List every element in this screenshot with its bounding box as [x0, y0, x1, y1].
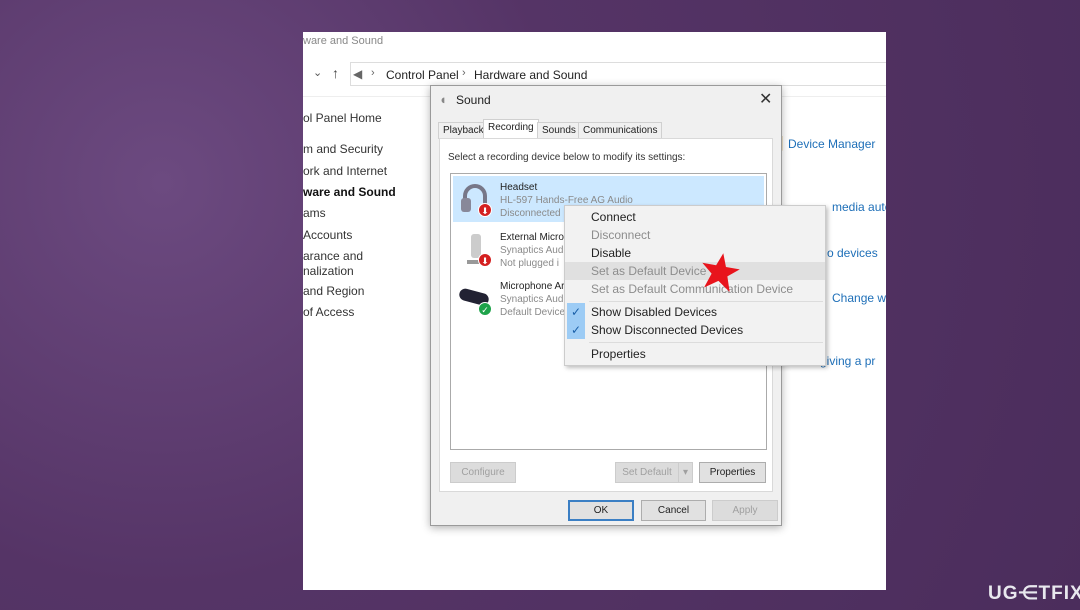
control-panel-icon: ◀	[353, 67, 363, 81]
set-default-dropdown-chevron-icon[interactable]: ▾	[678, 462, 693, 483]
device-status: Disconnected	[500, 208, 561, 219]
breadcrumb-hardware-and-sound[interactable]: Hardware and Sound	[474, 68, 587, 82]
breadcrumb-separator-icon: ›	[462, 67, 466, 79]
nav-appearance[interactable]: arance and	[303, 249, 363, 263]
dialog-title: Sound	[456, 93, 491, 107]
menu-properties[interactable]: Properties	[565, 345, 825, 363]
nav-clock-and-region[interactable]: and Region	[303, 284, 364, 298]
menu-set-default-communication-device[interactable]: Set as Default Communication Device	[565, 280, 825, 298]
nav-programs[interactable]: ams	[303, 206, 326, 220]
tab-sounds[interactable]: Sounds	[537, 122, 581, 139]
menu-disable[interactable]: Disable	[565, 244, 825, 262]
nav-system-and-security[interactable]: m and Security	[303, 142, 383, 156]
window-title: ware and Sound	[303, 35, 384, 47]
nav-personalization[interactable]: nalization	[303, 264, 354, 278]
properties-button[interactable]: Properties	[699, 462, 766, 483]
configure-button[interactable]: Configure	[450, 462, 516, 483]
red-star-annotation-icon	[702, 253, 740, 292]
apply-button[interactable]: Apply	[712, 500, 778, 521]
menu-show-disabled-devices[interactable]: Show Disabled Devices	[565, 303, 825, 321]
check-badge-icon: ✓	[478, 302, 492, 316]
device-name: Headset	[500, 182, 538, 193]
down-arrow-badge-icon: ⬇	[478, 203, 492, 217]
address-bar[interactable]: ◀ › Control Panel › Hardware and Sound	[350, 62, 886, 86]
nav-hardware-and-sound[interactable]: ware and Sound	[303, 185, 396, 199]
menu-set-default-device[interactable]: Set as Default Device	[565, 262, 825, 280]
devices-link[interactable]: o devices	[827, 246, 878, 260]
giving-link[interactable]: giving a pr	[820, 354, 875, 368]
menu-show-disconnected-devices[interactable]: Show Disconnected Devices	[565, 321, 825, 339]
ugetfix-watermark-logo: UG⋲TFIX	[988, 583, 1080, 604]
menu-connect[interactable]: Connect	[565, 208, 825, 226]
breadcrumb-separator-icon: ›	[371, 67, 375, 79]
instruction-text: Select a recording device below to modif…	[448, 152, 686, 163]
nav-user-accounts[interactable]: Accounts	[303, 228, 352, 242]
device-status: Not plugged i	[500, 258, 559, 269]
close-icon[interactable]: ✕	[759, 89, 772, 109]
nav-ease-of-access[interactable]: of Access	[303, 305, 354, 319]
ok-button[interactable]: OK	[568, 500, 634, 521]
device-name: Microphone Ar	[500, 281, 565, 292]
nav-network-and-internet[interactable]: ork and Internet	[303, 164, 387, 178]
menu-separator	[589, 342, 823, 343]
device-manager-link[interactable]: Device Manager	[788, 137, 875, 151]
cancel-button[interactable]: Cancel	[641, 500, 706, 521]
device-desc: Synaptics Audi	[500, 245, 566, 256]
nav-control-panel-home[interactable]: ol Panel Home	[303, 111, 382, 125]
breadcrumb-control-panel[interactable]: Control Panel	[386, 68, 459, 82]
recent-locations-chevron-icon[interactable]: ⌄	[313, 66, 322, 79]
tab-recording[interactable]: Recording	[483, 119, 539, 139]
menu-disconnect[interactable]: Disconnect	[565, 226, 825, 244]
up-arrow-icon[interactable]: ↑	[332, 65, 339, 81]
context-menu: Connect Disconnect Disable Set as Defaul…	[564, 205, 826, 366]
change-link[interactable]: Change wh	[832, 291, 886, 305]
device-status: Default Device	[500, 307, 566, 318]
device-name: External Microp	[500, 232, 570, 243]
tab-communications[interactable]: Communications	[578, 122, 663, 139]
set-default-button[interactable]: Set Default	[615, 462, 679, 483]
autoplay-link[interactable]: media auto	[832, 200, 886, 214]
device-desc: Synaptics Audi	[500, 294, 566, 305]
speaker-icon: ◖	[439, 92, 447, 107]
tab-playback[interactable]: Playback	[438, 122, 489, 139]
menu-separator	[589, 301, 823, 302]
down-arrow-badge-icon: ⬇	[478, 253, 492, 267]
